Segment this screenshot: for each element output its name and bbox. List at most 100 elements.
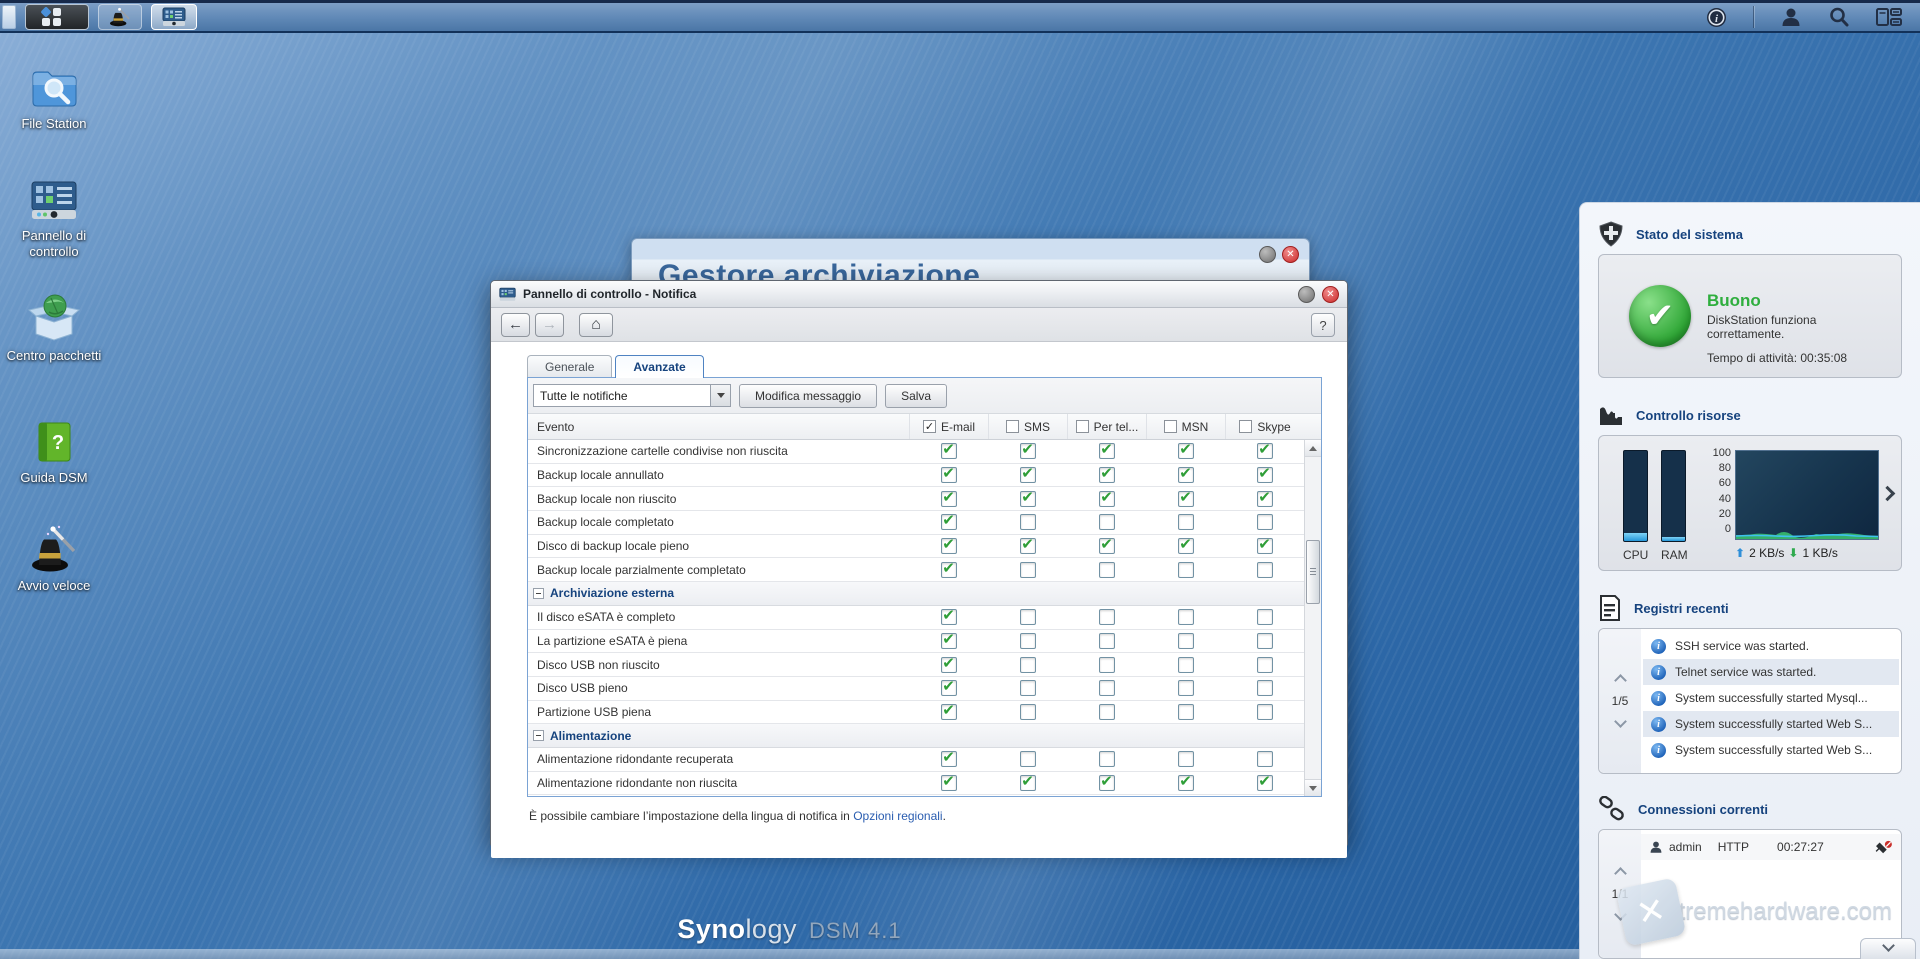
notification-checkbox[interactable] — [1020, 751, 1036, 767]
channel-header-checkbox[interactable] — [1164, 420, 1177, 433]
notification-checkbox[interactable] — [1178, 633, 1194, 649]
channel-header-checkbox[interactable] — [923, 420, 936, 433]
notification-checkbox[interactable] — [1020, 514, 1036, 530]
desktop-icon-quick-start[interactable]: Avvio veloce — [6, 524, 102, 594]
notification-checkbox[interactable] — [1257, 467, 1273, 483]
notification-checkbox[interactable] — [1178, 680, 1194, 696]
notification-checkbox[interactable] — [1178, 609, 1194, 625]
table-row[interactable]: Alimentazione ridondante non riuscita — [528, 772, 1304, 796]
page-up-icon[interactable] — [1614, 867, 1627, 880]
notification-checkbox[interactable] — [1099, 538, 1115, 554]
save-button[interactable]: Salva — [885, 384, 947, 408]
table-row[interactable]: La partizione eSATA è piena — [528, 630, 1304, 654]
notification-checkbox[interactable] — [1257, 538, 1273, 554]
notification-checkbox[interactable] — [1020, 680, 1036, 696]
notification-checkbox[interactable] — [1020, 562, 1036, 578]
table-row[interactable]: Disco di backup locale pieno — [528, 535, 1304, 559]
notification-checkbox[interactable] — [1020, 775, 1036, 791]
notification-checkbox[interactable] — [1257, 609, 1273, 625]
notification-checkbox[interactable] — [1257, 704, 1273, 720]
notification-checkbox[interactable] — [1178, 704, 1194, 720]
show-desktop-button[interactable] — [2, 5, 16, 29]
notification-checkbox[interactable] — [941, 491, 957, 507]
collapse-icon[interactable] — [533, 730, 544, 741]
notification-checkbox[interactable] — [1257, 680, 1273, 696]
page-up-icon[interactable] — [1614, 674, 1627, 687]
collapse-icon[interactable] — [533, 588, 544, 599]
main-menu-button[interactable] — [25, 4, 89, 30]
notification-checkbox[interactable] — [1257, 657, 1273, 673]
notification-checkbox[interactable] — [1178, 443, 1194, 459]
notification-checkbox[interactable] — [1178, 491, 1194, 507]
notification-checkbox[interactable] — [1099, 704, 1115, 720]
desktop-icon-file-station[interactable]: File Station — [6, 62, 102, 132]
notification-checkbox[interactable] — [1099, 680, 1115, 696]
table-row[interactable]: Backup locale parzialmente completato — [528, 558, 1304, 582]
disconnect-icon[interactable] — [1875, 840, 1893, 854]
forward-button[interactable]: → — [535, 313, 564, 337]
notification-checkbox[interactable] — [941, 704, 957, 720]
edit-message-button[interactable]: Modifica messaggio — [739, 384, 877, 408]
notification-checkbox[interactable] — [941, 751, 957, 767]
scroll-up-icon[interactable] — [1305, 440, 1321, 457]
taskbar-item-quick-start[interactable] — [98, 4, 142, 30]
sidebar-collapse-tab[interactable] — [1860, 938, 1916, 959]
chevron-down-icon[interactable] — [710, 385, 730, 406]
notification-checkbox[interactable] — [1099, 562, 1115, 578]
notification-checkbox[interactable] — [1020, 443, 1036, 459]
search-icon[interactable] — [1828, 6, 1850, 28]
table-row[interactable]: Backup locale non riuscito — [528, 487, 1304, 511]
notification-checkbox[interactable] — [1178, 514, 1194, 530]
table-row[interactable]: Backup locale annullato — [528, 464, 1304, 488]
channel-header-checkbox[interactable] — [1239, 420, 1252, 433]
notification-checkbox[interactable] — [1020, 704, 1036, 720]
channel-header-checkbox[interactable] — [1006, 420, 1019, 433]
notification-checkbox[interactable] — [941, 562, 957, 578]
notification-checkbox[interactable] — [941, 657, 957, 673]
notification-checkbox[interactable] — [1178, 751, 1194, 767]
notification-checkbox[interactable] — [1099, 491, 1115, 507]
notification-checkbox[interactable] — [941, 680, 957, 696]
notification-checkbox[interactable] — [1099, 514, 1115, 530]
notification-checkbox[interactable] — [1178, 538, 1194, 554]
notification-checkbox[interactable] — [1020, 657, 1036, 673]
desktop-icon-control-panel[interactable]: Pannello di controllo — [6, 176, 102, 260]
notification-filter-select[interactable]: Tutte le notifiche — [533, 384, 731, 407]
notification-checkbox[interactable] — [1099, 467, 1115, 483]
notification-checkbox[interactable] — [1257, 514, 1273, 530]
notification-checkbox[interactable] — [1257, 775, 1273, 791]
page-down-icon[interactable] — [1614, 715, 1627, 728]
notification-checkbox[interactable] — [1020, 633, 1036, 649]
notification-checkbox[interactable] — [1020, 609, 1036, 625]
tab-avanzate[interactable]: Avanzate — [615, 355, 703, 378]
notification-checkbox[interactable] — [941, 467, 957, 483]
notification-checkbox[interactable] — [1099, 751, 1115, 767]
help-button[interactable]: ? — [1311, 313, 1335, 337]
close-icon[interactable]: ✕ — [1282, 246, 1299, 263]
notification-checkbox[interactable] — [1178, 562, 1194, 578]
scroll-down-icon[interactable] — [1305, 779, 1321, 796]
notification-checkbox[interactable] — [1020, 491, 1036, 507]
table-row[interactable]: Disco USB non riuscito — [528, 653, 1304, 677]
table-row[interactable]: Alimentazione ridondante recuperata — [528, 748, 1304, 772]
table-row[interactable]: Il disco eSATA è completo — [528, 606, 1304, 630]
notification-checkbox[interactable] — [941, 538, 957, 554]
notification-checkbox[interactable] — [1257, 443, 1273, 459]
channel-header-checkbox[interactable] — [1076, 420, 1089, 433]
taskbar-item-control-panel[interactable] — [151, 4, 197, 30]
info-icon[interactable]: i — [1706, 7, 1727, 28]
close-icon[interactable]: ✕ — [1322, 286, 1339, 303]
notification-checkbox[interactable] — [1099, 443, 1115, 459]
table-row[interactable]: Backup locale completato — [528, 511, 1304, 535]
notification-checkbox[interactable] — [1178, 657, 1194, 673]
notification-checkbox[interactable] — [1257, 562, 1273, 578]
notification-checkbox[interactable] — [1257, 633, 1273, 649]
section-row[interactable]: Archiviazione esterna — [528, 582, 1304, 606]
desktop-icon-package-center[interactable]: Centro pacchetti — [6, 292, 102, 364]
window-titlebar[interactable]: Pannello di controllo - Notifica ✕ — [491, 281, 1347, 308]
notification-checkbox[interactable] — [941, 609, 957, 625]
home-button[interactable]: ⌂ — [579, 313, 613, 337]
desktop-icon-dsm-help[interactable]: ? Guida DSM — [6, 418, 102, 486]
tab-generale[interactable]: Generale — [527, 355, 612, 377]
vertical-scrollbar[interactable] — [1304, 440, 1321, 796]
